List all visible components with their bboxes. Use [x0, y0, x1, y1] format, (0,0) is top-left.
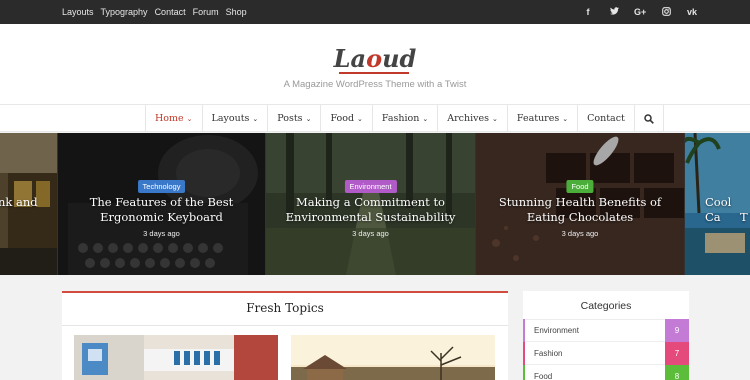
vk-icon[interactable]: vk: [686, 7, 698, 17]
nav-item-layouts[interactable]: Layouts ⌄: [201, 105, 268, 132]
nav-label: Layouts: [211, 113, 250, 124]
instagram-icon[interactable]: [660, 6, 672, 18]
logo-text-accent: o: [366, 44, 383, 73]
nav-search-button[interactable]: [633, 105, 664, 132]
slide-date: 3 days ago: [352, 229, 389, 238]
logo-text-start: La: [333, 44, 367, 73]
category-color-bar: [523, 365, 525, 380]
social-links: f G+ vk: [582, 0, 698, 24]
top-links: Layouts Typography Contact Forum Shop: [62, 0, 247, 24]
category-color-bar: [523, 342, 525, 365]
chevron-down-icon: ⌄: [357, 114, 363, 123]
chevron-down-icon: ⌄: [186, 114, 193, 123]
main-nav: Home ⌄ Layouts ⌄ Posts ⌄ Food ⌄ Fashion ⌄ Arc…: [0, 104, 750, 132]
nav-label: Home: [155, 113, 184, 124]
nav-label: Contact: [587, 113, 625, 124]
category-item-food[interactable]: Food 8: [523, 365, 689, 380]
twitter-icon[interactable]: [608, 7, 620, 17]
slide-date: 3 days ago: [143, 229, 180, 238]
top-link-forum[interactable]: Forum: [193, 7, 219, 17]
category-name: Environment: [534, 326, 579, 335]
site-tagline: A Magazine WordPress Theme with a Twist: [283, 79, 467, 90]
logo-underline: [339, 72, 409, 74]
post-thumbnail[interactable]: [291, 335, 495, 380]
top-link-shop[interactable]: Shop: [226, 7, 247, 17]
nav-item-contact[interactable]: Contact: [577, 105, 634, 132]
categories-widget: Categories Environment 9 Fashion 7 Food …: [523, 291, 689, 380]
chevron-down-icon: ⌄: [252, 114, 259, 123]
nav-item-fashion[interactable]: Fashion ⌄: [371, 105, 437, 132]
nav-item-posts[interactable]: Posts ⌄: [267, 105, 320, 132]
category-badge[interactable]: Food: [566, 180, 594, 193]
category-name: Food: [534, 372, 553, 380]
category-name: Fashion: [534, 349, 563, 358]
search-icon: [644, 113, 654, 124]
chevron-down-icon: ⌄: [562, 114, 569, 123]
nav-item-home[interactable]: Home ⌄: [145, 105, 202, 132]
featured-slider: nk and Technology The Features of the Be…: [0, 133, 750, 275]
divider: [62, 325, 508, 326]
post-image: [291, 335, 495, 380]
nav-items: Home ⌄ Layouts ⌄ Posts ⌄ Food ⌄ Fashion ⌄ Arc…: [145, 105, 664, 132]
fresh-topics-title: Fresh Topics: [246, 301, 324, 315]
nav-label: Fashion: [381, 113, 420, 124]
nav-item-food[interactable]: Food ⌄: [320, 105, 371, 132]
slide-title[interactable]: Stunning Health Benefits of Eating Choco…: [484, 195, 676, 225]
top-link-layouts[interactable]: Layouts: [62, 7, 94, 17]
chevron-down-icon: ⌄: [305, 114, 312, 123]
slide-title-line2: T: [740, 210, 748, 224]
nav-label: Features: [516, 113, 560, 124]
chevron-down-icon: ⌄: [492, 114, 498, 123]
slide-environment[interactable]: Environment Making a Commitment to Envir…: [266, 133, 475, 275]
top-link-typography[interactable]: Typography: [101, 7, 148, 17]
site-header: Laoud A Magazine WordPress Theme with a …: [0, 24, 750, 104]
logo-text-end: ud: [382, 44, 417, 73]
post-thumbnail[interactable]: [74, 335, 278, 380]
nav-item-features[interactable]: Features ⌄: [506, 105, 577, 132]
slide-title: nk and: [0, 195, 38, 209]
category-badge[interactable]: Environment: [344, 180, 397, 193]
fresh-topics-panel: Fresh Topics: [62, 291, 508, 380]
googleplus-icon[interactable]: G+: [634, 7, 646, 17]
chevron-down-icon: ⌄: [422, 114, 429, 123]
categories-title: Categories: [580, 300, 632, 312]
category-count: 7: [665, 342, 689, 365]
slide-title[interactable]: Making a Commitment to Environmental Sus…: [274, 195, 467, 225]
slide-title[interactable]: The Features of the Best Ergonomic Keybo…: [66, 195, 257, 225]
category-item-environment[interactable]: Environment 9: [523, 319, 689, 342]
top-bar: Layouts Typography Contact Forum Shop f …: [0, 0, 750, 24]
category-badge[interactable]: Technology: [137, 180, 186, 193]
facebook-icon[interactable]: f: [582, 7, 594, 17]
top-link-contact[interactable]: Contact: [155, 7, 186, 17]
nav-label: Food: [330, 113, 355, 124]
category-count: 9: [665, 319, 689, 342]
site-logo[interactable]: Laoud: [0, 44, 750, 73]
slide-food[interactable]: Food Stunning Health Benefits of Eating …: [476, 133, 684, 275]
category-color-bar: [523, 319, 525, 342]
slide-date: 3 days ago: [561, 229, 599, 238]
nav-item-archives[interactable]: Archives ⌄: [437, 105, 507, 132]
nav-label: Posts: [277, 113, 303, 124]
slide-partial-left[interactable]: nk and: [0, 133, 57, 275]
slide-technology[interactable]: Technology The Features of the Best Ergo…: [58, 133, 265, 275]
slide-partial-right[interactable]: Cool Ca T: [685, 133, 750, 275]
category-item-fashion[interactable]: Fashion 7: [523, 342, 689, 365]
nav-label: Archives: [447, 113, 490, 124]
post-image: [74, 335, 278, 380]
category-count: 8: [665, 365, 689, 380]
